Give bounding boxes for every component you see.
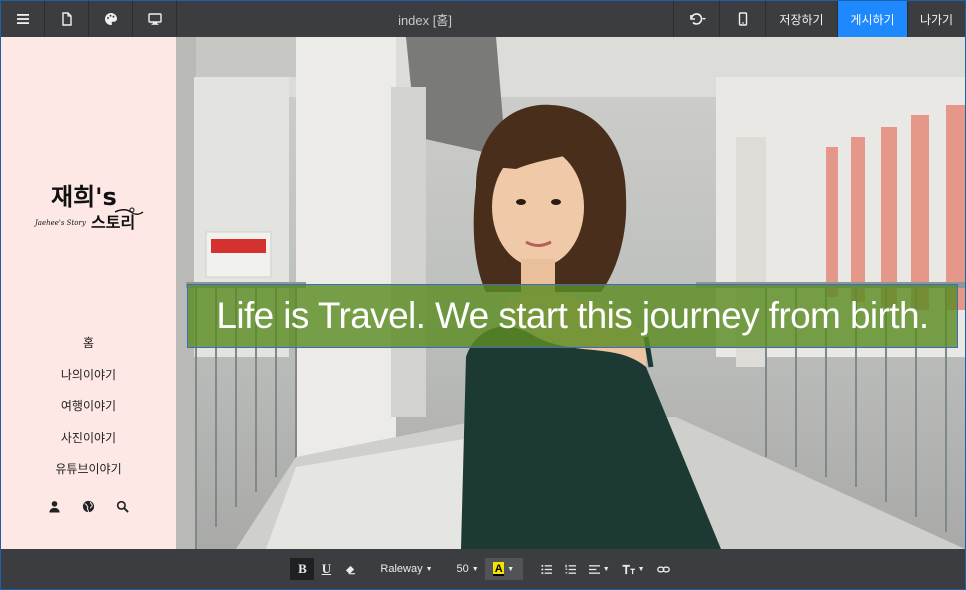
- underline-button[interactable]: U: [314, 558, 338, 580]
- align-left-icon: [588, 564, 600, 574]
- text-color-swatch: A: [493, 562, 505, 576]
- font-family-value: Raleway: [380, 563, 423, 575]
- exit-button[interactable]: 나가기: [907, 1, 965, 37]
- undo-icon: [689, 13, 706, 25]
- text-style-dropdown[interactable]: ▼: [616, 558, 651, 580]
- caret-down-icon: ▼: [602, 565, 610, 573]
- caret-down-icon: ▼: [637, 565, 645, 573]
- eraser-icon: [345, 565, 355, 574]
- bold-button[interactable]: B: [290, 558, 315, 580]
- mobile-preview-button[interactable]: [719, 1, 765, 37]
- font-size-dropdown[interactable]: 50 ▼: [451, 558, 485, 580]
- palette-icon[interactable]: [89, 1, 133, 37]
- nav-item-home[interactable]: 홈: [1, 327, 176, 359]
- logo-sub-text: 스토리: [91, 213, 135, 232]
- editor-window: index [홈] 저장하기 게시하기 나가기 재희's 스토리 Jaehee'…: [0, 0, 966, 590]
- bullet-list-icon: [541, 564, 553, 574]
- format-toolbar: B U Raleway ▼ 50 ▼ A ▼ ▼ ▼: [1, 549, 965, 589]
- site-sidebar: 재희's 스토리 Jaehee's Story 홈 나의이야기 여행이야기 사진…: [1, 37, 176, 549]
- caret-down-icon: ▼: [425, 565, 433, 573]
- clear-format-button[interactable]: [338, 558, 362, 580]
- caret-down-icon: ▼: [471, 565, 479, 573]
- nav-item-my-story[interactable]: 나의이야기: [1, 359, 176, 391]
- text-color-picker[interactable]: A ▼: [484, 558, 523, 580]
- align-dropdown[interactable]: ▼: [583, 558, 616, 580]
- text-size-icon: [622, 564, 635, 574]
- top-toolbar: index [홈] 저장하기 게시하기 나가기: [1, 1, 965, 37]
- nav-item-youtube-story[interactable]: 유튜브이야기: [1, 453, 176, 485]
- user-icon[interactable]: [48, 499, 62, 513]
- font-size-value: 50: [456, 563, 469, 575]
- publish-button[interactable]: 게시하기: [837, 1, 907, 37]
- globe-icon[interactable]: [82, 499, 96, 513]
- numbered-list-button[interactable]: [559, 558, 583, 580]
- link-icon: [656, 566, 670, 572]
- bullet-list-button[interactable]: [535, 558, 559, 580]
- hero-headline[interactable]: Life is Travel. We start this journey fr…: [216, 295, 929, 337]
- nav-item-photo-story[interactable]: 사진이야기: [1, 422, 176, 454]
- numbered-list-icon: [565, 564, 577, 574]
- page-icon[interactable]: [45, 1, 89, 37]
- logo-main-text: 재희's: [51, 183, 117, 211]
- nav-item-travel-story[interactable]: 여행이야기: [1, 390, 176, 422]
- headline-text-block[interactable]: Life is Travel. We start this journey fr…: [187, 284, 958, 348]
- link-button[interactable]: [651, 558, 676, 580]
- caret-down-icon: ▼: [507, 565, 515, 573]
- site-nav: 홈 나의이야기 여행이야기 사진이야기 유튜브이야기: [1, 327, 176, 485]
- font-family-dropdown[interactable]: Raleway ▼: [374, 558, 438, 580]
- save-button[interactable]: 저장하기: [765, 1, 837, 37]
- desktop-icon[interactable]: [133, 1, 177, 37]
- sidebar-icon-row: [1, 499, 176, 513]
- search-icon[interactable]: [116, 499, 130, 513]
- logo-script-text: Jaehee's Story: [33, 219, 87, 227]
- site-logo[interactable]: 재희's 스토리 Jaehee's Story: [33, 175, 147, 235]
- document-title: index [홈]: [398, 12, 452, 28]
- undo-button[interactable]: [673, 1, 719, 37]
- mobile-icon: [738, 12, 747, 26]
- menu-icon[interactable]: [1, 1, 45, 37]
